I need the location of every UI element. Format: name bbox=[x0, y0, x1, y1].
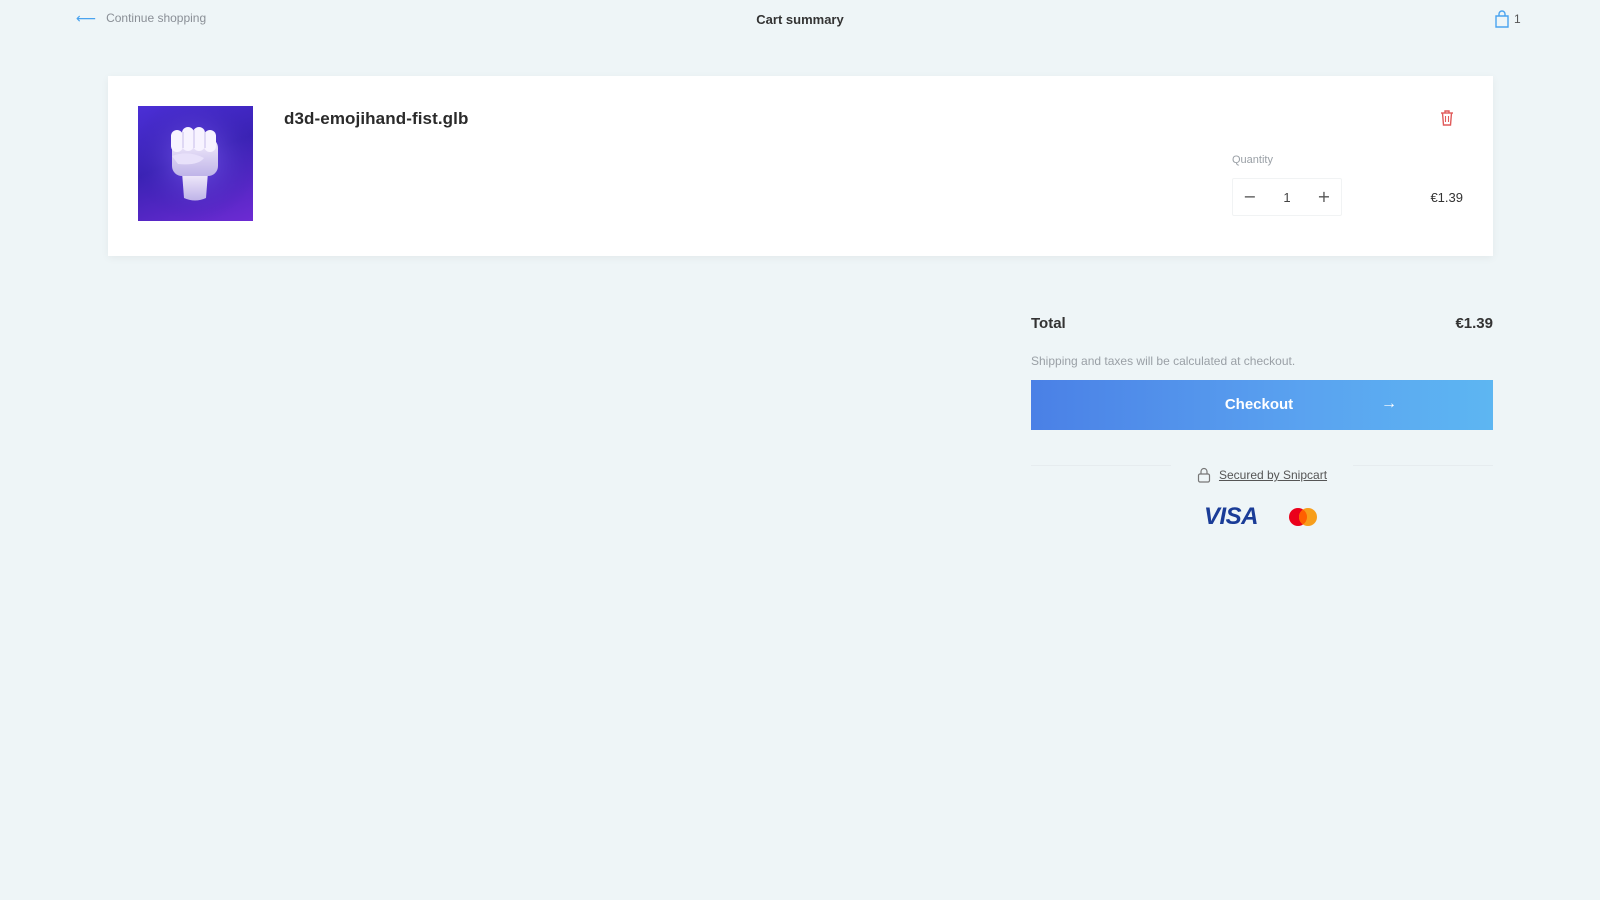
item-name: d3d-emojihand-fist.glb bbox=[284, 109, 469, 128]
quantity-label: Quantity bbox=[1232, 154, 1273, 166]
trash-icon[interactable] bbox=[1439, 109, 1455, 127]
checkout-button[interactable]: Checkout → bbox=[1031, 380, 1493, 430]
mastercard-icon bbox=[1289, 508, 1317, 526]
checkout-label: Checkout bbox=[1224, 396, 1294, 413]
increase-quantity-button[interactable]: + bbox=[1307, 179, 1341, 215]
top-bar: ⟵ Continue shopping Cart summary 1 bbox=[0, 0, 1600, 40]
raised-fist-icon bbox=[138, 106, 253, 221]
cart-page: ⟵ Continue shopping Cart summary 1 d3d-e… bbox=[0, 0, 1600, 900]
order-summary: Total €1.39 Shipping and taxes will be c… bbox=[1031, 304, 1493, 531]
item-price: €1.39 bbox=[1430, 190, 1463, 205]
payment-methods: VISA bbox=[1031, 503, 1493, 531]
lock-icon bbox=[1197, 467, 1211, 483]
total-value: €1.39 bbox=[1455, 314, 1493, 332]
secured-by-snipcart-link[interactable]: Secured by Snipcart bbox=[1219, 468, 1327, 482]
shopping-bag-icon bbox=[1495, 10, 1509, 28]
total-row: Total €1.39 bbox=[1031, 304, 1493, 342]
arrow-right-icon: → bbox=[1381, 395, 1397, 412]
quantity-stepper: − 1 + bbox=[1232, 178, 1342, 216]
cart-indicator[interactable]: 1 bbox=[1494, 10, 1521, 28]
page-title: Cart summary bbox=[756, 12, 844, 27]
secured-by-row: Secured by Snipcart bbox=[1031, 465, 1493, 485]
shipping-note: Shipping and taxes will be calculated at… bbox=[1031, 354, 1296, 368]
visa-logo: VISA bbox=[1203, 503, 1259, 530]
quantity-value: 1 bbox=[1283, 189, 1291, 205]
total-label: Total bbox=[1031, 314, 1066, 332]
decrease-quantity-button[interactable]: − bbox=[1233, 179, 1267, 215]
cart-line-item: d3d-emojihand-fist.glb Quantity − 1 + €1… bbox=[108, 76, 1493, 256]
product-thumbnail bbox=[138, 106, 253, 221]
cart-count: 1 bbox=[1514, 12, 1521, 26]
